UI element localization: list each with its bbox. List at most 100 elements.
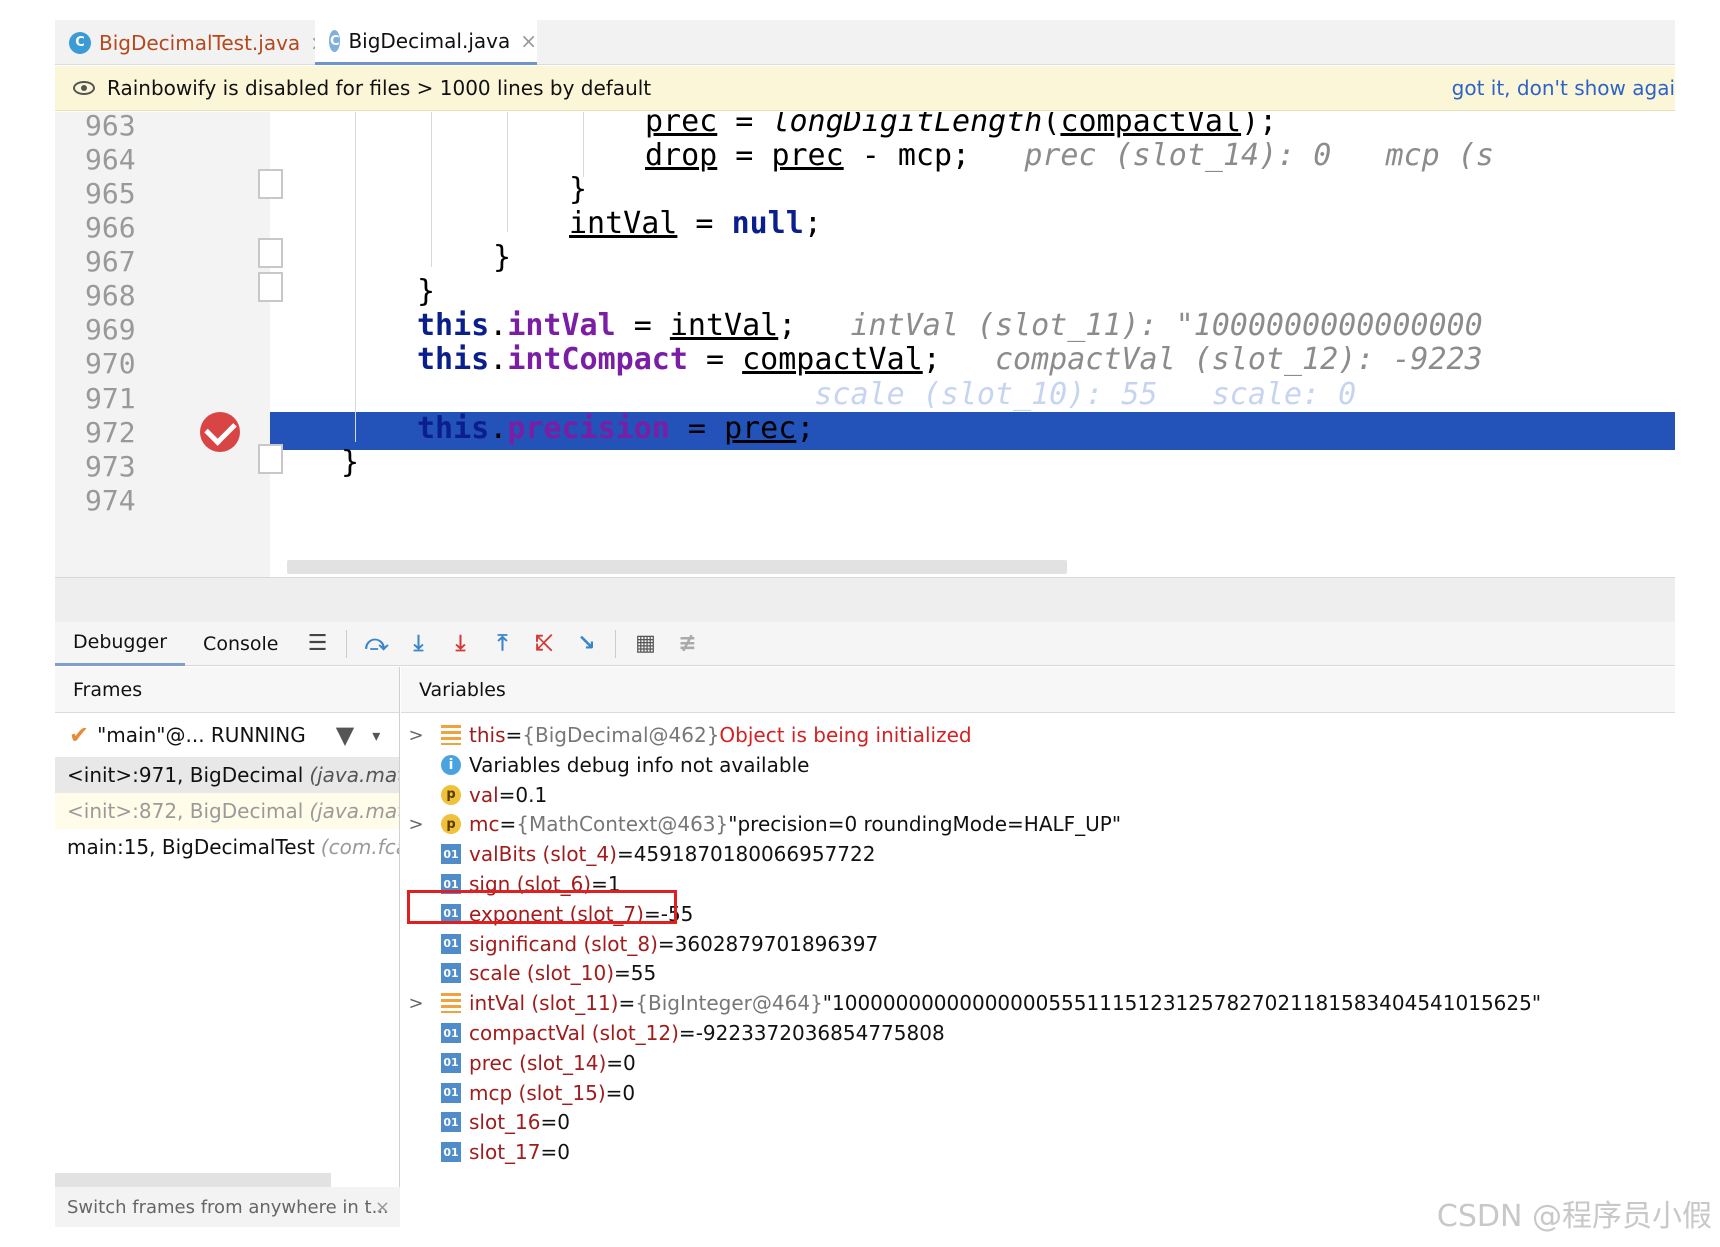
horizontal-scrollbar[interactable] — [287, 560, 1067, 574]
code-line-972[interactable]: this.precision = prec; — [417, 411, 814, 446]
breakpoint-icon[interactable] — [200, 412, 240, 452]
code-token: precision — [507, 411, 670, 446]
close-icon[interactable]: × — [520, 29, 537, 53]
fold-marker-icon[interactable] — [258, 238, 283, 268]
code-line-970[interactable]: this.intCompact = compactVal; compactVal… — [417, 342, 1483, 377]
expand-chevron-icon[interactable]: > — [405, 814, 427, 835]
evaluate-expression-icon[interactable]: ▦ — [632, 631, 658, 657]
code-line-969[interactable]: this.intVal = intVal; intVal (slot_11): … — [417, 308, 1483, 343]
editor-tab-bar: C BigDecimalTest.java × C BigDecimal.jav… — [55, 20, 1675, 65]
code-line-965[interactable]: } — [569, 172, 587, 207]
variable-equals: = — [540, 1140, 558, 1165]
code-line-971[interactable]: this.scale = scale; scale (slot_10): 55 … — [417, 377, 1356, 412]
variable-row[interactable]: 01 valBits (slot_4) = 4591870180066957722 — [401, 839, 875, 869]
variable-value: 0 — [622, 1080, 636, 1105]
code-token: } — [569, 172, 588, 207]
variable-row[interactable]: 01 slot_17 = 0 — [401, 1137, 570, 1167]
step-over-icon[interactable]: ⤼ — [363, 631, 389, 657]
variable-value: 3602879701896397 — [674, 931, 879, 956]
tab-label: BigDecimalTest.java — [99, 30, 301, 55]
step-into-icon[interactable]: ⤓ — [405, 631, 431, 657]
chevron-down-icon[interactable]: ▾ — [372, 726, 380, 745]
variable-equals: = — [540, 1110, 558, 1135]
variable-equals: = — [618, 991, 636, 1016]
variable-row[interactable]: 01 prec (slot_14) = 0 — [401, 1048, 636, 1078]
frames-hint-text: Switch frames from anywhere in t... — [67, 1196, 389, 1218]
tab-console[interactable]: Console — [185, 622, 296, 666]
variable-row[interactable]: > this = {BigDecimal@462} Object is being… — [401, 720, 972, 750]
code-line-967[interactable]: } — [493, 240, 511, 275]
code-line-966[interactable]: intVal = null; — [569, 206, 822, 241]
variable-row[interactable]: 01 compactVal (slot_12) = -92233720368547… — [401, 1018, 945, 1048]
indent-guide — [431, 112, 432, 267]
code-token: longDigitLength — [771, 112, 1043, 139]
indent-guide — [583, 112, 584, 177]
variable-row[interactable]: i Variables debug info not available — [401, 750, 809, 780]
variable-equals: = — [657, 931, 675, 956]
code-line-964[interactable]: drop = prec - mcp; prec (slot_14): 0 mcp… — [645, 138, 1494, 173]
tab-debugger[interactable]: Debugger — [55, 622, 186, 666]
variable-name: intVal (slot_11) — [469, 991, 619, 1016]
show-execution-point-icon[interactable]: ☰ — [304, 631, 330, 657]
variable-row[interactable]: 01 slot_16 = 0 — [401, 1107, 570, 1137]
run-to-cursor-icon[interactable]: ↘ — [573, 631, 599, 657]
expand-chevron-icon[interactable]: > — [405, 993, 427, 1014]
debug-toolbar: Debugger Console ☰ ⤼ ⤓ ⤓ ⤒ ⤪ ↘ ▦ ≢ — [55, 622, 1675, 666]
variable-name: val — [469, 782, 499, 807]
variable-row[interactable]: > intVal (slot_11) = {BigInteger@464} "10… — [401, 988, 1541, 1018]
trace-stream-icon[interactable]: ≢ — [674, 631, 700, 657]
code-token: intVal — [507, 308, 616, 343]
thread-selector[interactable]: ✔ "main"@... RUNNING ▼ ▾ — [55, 713, 399, 757]
tab-label: BigDecimal.java — [348, 29, 511, 53]
code-token: . — [489, 411, 508, 446]
drop-frame-icon[interactable]: ⤪ — [531, 631, 557, 657]
fold-marker-icon[interactable] — [258, 444, 283, 474]
java-class-icon: C — [69, 31, 91, 54]
variable-value: Object is being initialized — [719, 723, 972, 747]
step-out-icon[interactable]: ⤒ — [489, 631, 515, 657]
frame-method: <init>:872, BigDecimal — [67, 799, 304, 823]
primitive-icon: 01 — [441, 1112, 461, 1133]
inline-debug-hint — [941, 342, 995, 377]
fold-marker-icon[interactable] — [258, 169, 283, 199]
variable-reference: {MathContext@463} — [516, 812, 729, 837]
inline-debug-hint: compactVal (slot_12): -9223 — [995, 342, 1483, 377]
tab-bigdecimaltest-java[interactable]: C BigDecimalTest.java × — [69, 20, 327, 65]
stack-frame[interactable]: <init>:872, BigDecimal(java.math) — [55, 793, 399, 829]
close-icon[interactable]: × — [375, 1197, 390, 1218]
code-token: scale — [507, 377, 598, 412]
code-token: . — [489, 342, 508, 377]
force-step-into-icon[interactable]: ⤓ — [447, 631, 473, 657]
panel-separator[interactable] — [55, 577, 1675, 622]
code-line-963[interactable]: prec = longDigitLength(compactVal); — [645, 112, 1277, 139]
tab-bigdecimal-java[interactable]: C BigDecimal.java × — [315, 20, 537, 65]
line-number: 963 — [85, 112, 136, 142]
notification-banner: Rainbowify is disabled for files > 1000 … — [55, 66, 1675, 111]
expand-chevron-icon[interactable]: > — [405, 725, 427, 746]
stack-frame[interactable]: main:15, BigDecimalTest(com.fcant.b — [55, 829, 399, 865]
frame-package: (com.fcant.b — [320, 835, 399, 859]
toolbar-divider — [615, 629, 617, 658]
inline-debug-hint — [796, 308, 850, 343]
code-token: intVal — [669, 308, 779, 343]
line-number: 972 — [85, 416, 136, 449]
variable-row[interactable]: 01 mcp (slot_15) = 0 — [401, 1078, 635, 1108]
code-line-968[interactable]: } — [417, 274, 435, 309]
variable-row[interactable]: 01 significand (slot_8) = 360287970189639… — [401, 929, 878, 959]
code-line-973[interactable]: } — [341, 445, 359, 480]
variable-row[interactable]: 01 scale (slot_10) = 55 — [401, 958, 656, 988]
variable-equals: = — [498, 782, 516, 807]
filter-icon[interactable]: ▼ — [336, 721, 354, 749]
variable-row[interactable]: p val = 0.1 — [401, 780, 547, 810]
fold-marker-icon[interactable] — [258, 272, 283, 302]
frames-scrollbar[interactable] — [55, 1173, 331, 1187]
code-token: this — [417, 342, 490, 377]
variable-row[interactable]: > p mc = {MathContext@463} "precision=0 ro… — [401, 809, 1121, 839]
frames-hint: Switch frames from anywhere in t... × — [55, 1187, 400, 1227]
code-token: scale — [651, 377, 743, 412]
primitive-icon: 01 — [441, 933, 461, 954]
indent-guide — [507, 112, 508, 232]
code-editor[interactable]: 963 964 965 966 967 968 969 970 971 972 … — [55, 112, 1675, 577]
dismiss-link[interactable]: got it, don't show agai — [1452, 76, 1675, 100]
stack-frame[interactable]: <init>:971, BigDecimal(java.math) — [55, 757, 399, 793]
